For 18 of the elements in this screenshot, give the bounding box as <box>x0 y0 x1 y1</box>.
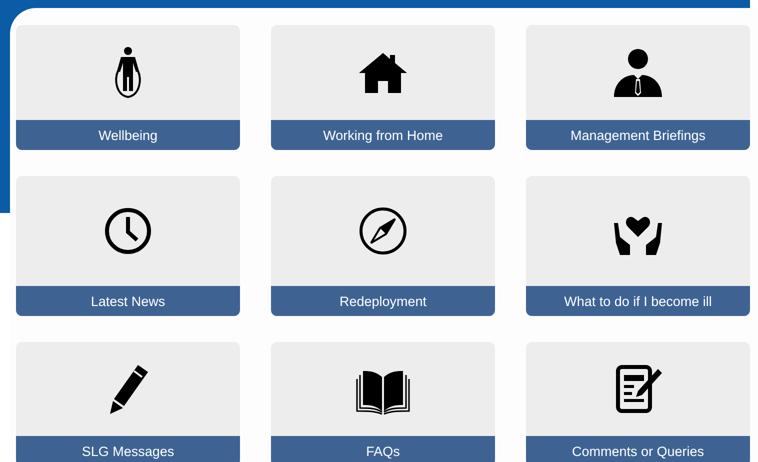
tile-label: Redeployment <box>271 286 495 316</box>
tile-label: Management Briefings <box>526 120 750 150</box>
tile-label: Working from Home <box>271 120 495 150</box>
tile-label: SLG Messages <box>16 436 240 462</box>
menu-tile[interactable]: FAQs <box>271 342 495 462</box>
menu-tile[interactable]: Wellbeing <box>16 25 240 150</box>
menu-tile[interactable]: Working from Home <box>271 25 495 150</box>
menu-tile[interactable]: Management Briefings <box>526 25 750 150</box>
tile-label: FAQs <box>271 436 495 462</box>
menu-tile[interactable]: SLG Messages <box>16 342 240 462</box>
tile-label: Wellbeing <box>16 120 240 150</box>
menu-tile[interactable]: Redeployment <box>271 176 495 316</box>
tile-label: Comments or Queries <box>526 436 750 462</box>
menu-tile[interactable]: Comments or Queries <box>526 342 750 462</box>
menu-tile[interactable]: Latest News <box>16 176 240 316</box>
menu-tile[interactable]: What to do if I become ill <box>526 176 750 316</box>
tile-label: Latest News <box>16 286 240 316</box>
tile-label: What to do if I become ill <box>526 286 750 316</box>
